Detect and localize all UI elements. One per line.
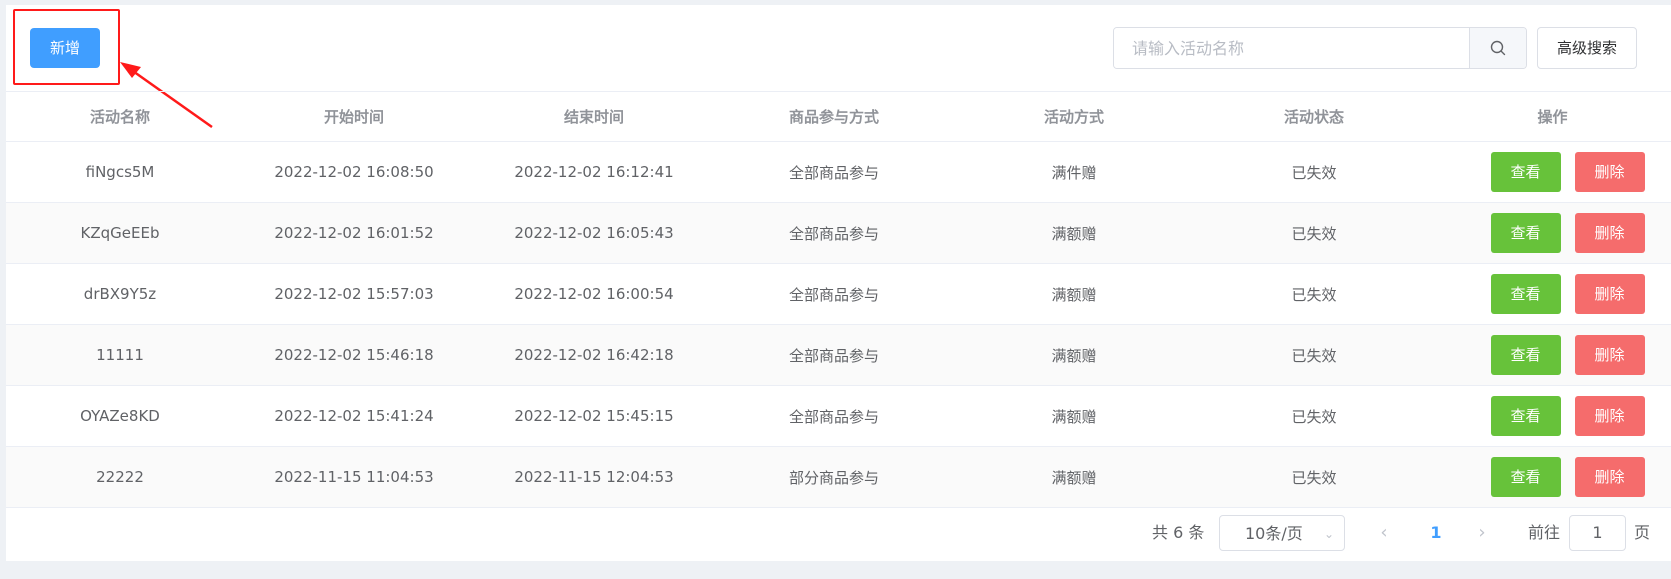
column-header-start: 开始时间 [234, 91, 474, 142]
delete-button[interactable]: 删除 [1574, 457, 1645, 497]
cell-mode: 满额赠 [954, 324, 1194, 386]
add-button[interactable]: 新增 [30, 28, 100, 68]
cell-status: 已失效 [1194, 324, 1434, 386]
search-input[interactable] [1114, 28, 1469, 68]
cell-status: 已失效 [1194, 263, 1434, 325]
view-button[interactable]: 查看 [1490, 274, 1561, 314]
cell-name: 11111 [6, 324, 234, 386]
cell-status: 已失效 [1194, 141, 1434, 203]
delete-button[interactable]: 删除 [1574, 335, 1645, 375]
cell-end: 2022-12-02 16:00:54 [474, 263, 714, 325]
cell-scope: 全部商品参与 [714, 385, 954, 447]
page-unit-label: 页 [1634, 523, 1651, 542]
activity-table: 活动名称 开始时间 结束时间 商品参与方式 活动方式 活动状态 操作 fiNgc… [6, 91, 1671, 508]
cell-scope: 全部商品参与 [714, 141, 954, 203]
cell-mode: 满额赠 [954, 263, 1194, 325]
cell-actions: 查看 删除 [1434, 263, 1671, 325]
cell-actions: 查看 删除 [1434, 446, 1671, 508]
cell-name: drBX9Y5z [6, 263, 234, 325]
cell-start: 2022-12-02 15:46:18 [234, 324, 474, 386]
prev-page-button[interactable]: ‹ [1374, 515, 1394, 551]
cell-start: 2022-12-02 15:41:24 [234, 385, 474, 447]
search-button[interactable] [1469, 28, 1526, 68]
column-header-scope: 商品参与方式 [714, 91, 954, 142]
table-row: 22222 2022-11-15 11:04:53 2022-11-15 12:… [6, 446, 1671, 508]
page-number[interactable]: 1 [1426, 515, 1446, 551]
column-header-name: 活动名称 [6, 91, 234, 142]
page-size-value: 10条/页 [1245, 524, 1303, 543]
cell-scope: 全部商品参与 [714, 324, 954, 386]
column-header-mode: 活动方式 [954, 91, 1194, 142]
table-header-row: 活动名称 开始时间 结束时间 商品参与方式 活动方式 活动状态 操作 [6, 91, 1671, 142]
column-header-end: 结束时间 [474, 91, 714, 142]
cell-status: 已失效 [1194, 202, 1434, 264]
cell-actions: 查看 删除 [1434, 141, 1671, 203]
table-row: drBX9Y5z 2022-12-02 15:57:03 2022-12-02 … [6, 263, 1671, 325]
view-button[interactable]: 查看 [1490, 396, 1561, 436]
cell-scope: 全部商品参与 [714, 202, 954, 264]
pagination-total: 共 6 条 [1152, 523, 1205, 542]
chevron-left-icon: ‹ [1380, 522, 1388, 543]
search-box [1113, 27, 1527, 69]
delete-button[interactable]: 删除 [1574, 396, 1645, 436]
cell-actions: 查看 删除 [1434, 324, 1671, 386]
cell-name: OYAZe8KD [6, 385, 234, 447]
pagination: 共 6 条 10条/页 ⌄ ‹ 1 › 前往 页 [6, 515, 1671, 557]
table-row: 11111 2022-12-02 15:46:18 2022-12-02 16:… [6, 324, 1671, 386]
cell-end: 2022-12-02 16:05:43 [474, 202, 714, 264]
cell-mode: 满额赠 [954, 446, 1194, 508]
view-button[interactable]: 查看 [1490, 335, 1561, 375]
view-button[interactable]: 查看 [1490, 457, 1561, 497]
table-row: fiNgcs5M 2022-12-02 16:08:50 2022-12-02 … [6, 141, 1671, 203]
cell-scope: 部分商品参与 [714, 446, 954, 508]
cell-end: 2022-11-15 12:04:53 [474, 446, 714, 508]
cell-name: KZqGeEEb [6, 202, 234, 264]
cell-actions: 查看 删除 [1434, 385, 1671, 447]
column-header-status: 活动状态 [1194, 91, 1434, 142]
cell-name: 22222 [6, 446, 234, 508]
goto-label: 前往 [1528, 523, 1561, 542]
cell-name: fiNgcs5M [6, 141, 234, 203]
view-button[interactable]: 查看 [1490, 213, 1561, 253]
cell-mode: 满额赠 [954, 385, 1194, 447]
cell-end: 2022-12-02 16:42:18 [474, 324, 714, 386]
delete-button[interactable]: 删除 [1574, 274, 1645, 314]
cell-start: 2022-12-02 16:08:50 [234, 141, 474, 203]
cell-start: 2022-11-15 11:04:53 [234, 446, 474, 508]
cell-end: 2022-12-02 16:12:41 [474, 141, 714, 203]
cell-end: 2022-12-02 15:45:15 [474, 385, 714, 447]
table-row: KZqGeEEb 2022-12-02 16:01:52 2022-12-02 … [6, 202, 1671, 264]
chevron-down-icon: ⌄ [1323, 527, 1334, 541]
cell-status: 已失效 [1194, 385, 1434, 447]
delete-button[interactable]: 删除 [1574, 213, 1645, 253]
cell-mode: 满额赠 [954, 202, 1194, 264]
advanced-search-button[interactable]: 高级搜索 [1537, 27, 1637, 69]
cell-start: 2022-12-02 15:57:03 [234, 263, 474, 325]
cell-start: 2022-12-02 16:01:52 [234, 202, 474, 264]
cell-status: 已失效 [1194, 446, 1434, 508]
cell-scope: 全部商品参与 [714, 263, 954, 325]
table-row: OYAZe8KD 2022-12-02 15:41:24 2022-12-02 … [6, 385, 1671, 447]
next-page-button[interactable]: › [1472, 515, 1492, 551]
cell-mode: 满件赠 [954, 141, 1194, 203]
chevron-right-icon: › [1478, 522, 1486, 543]
main-panel: 新增 高级搜索 活动名称 开始时间 结束时间 [6, 5, 1671, 561]
goto-page-input[interactable] [1569, 515, 1626, 551]
toolbar: 新增 高级搜索 [6, 5, 1671, 129]
view-button[interactable]: 查看 [1490, 152, 1561, 192]
page-size-select[interactable]: 10条/页 ⌄ [1219, 515, 1345, 551]
search-icon [1490, 40, 1506, 56]
delete-button[interactable]: 删除 [1574, 152, 1645, 192]
cell-actions: 查看 删除 [1434, 202, 1671, 264]
column-header-actions: 操作 [1434, 91, 1671, 142]
